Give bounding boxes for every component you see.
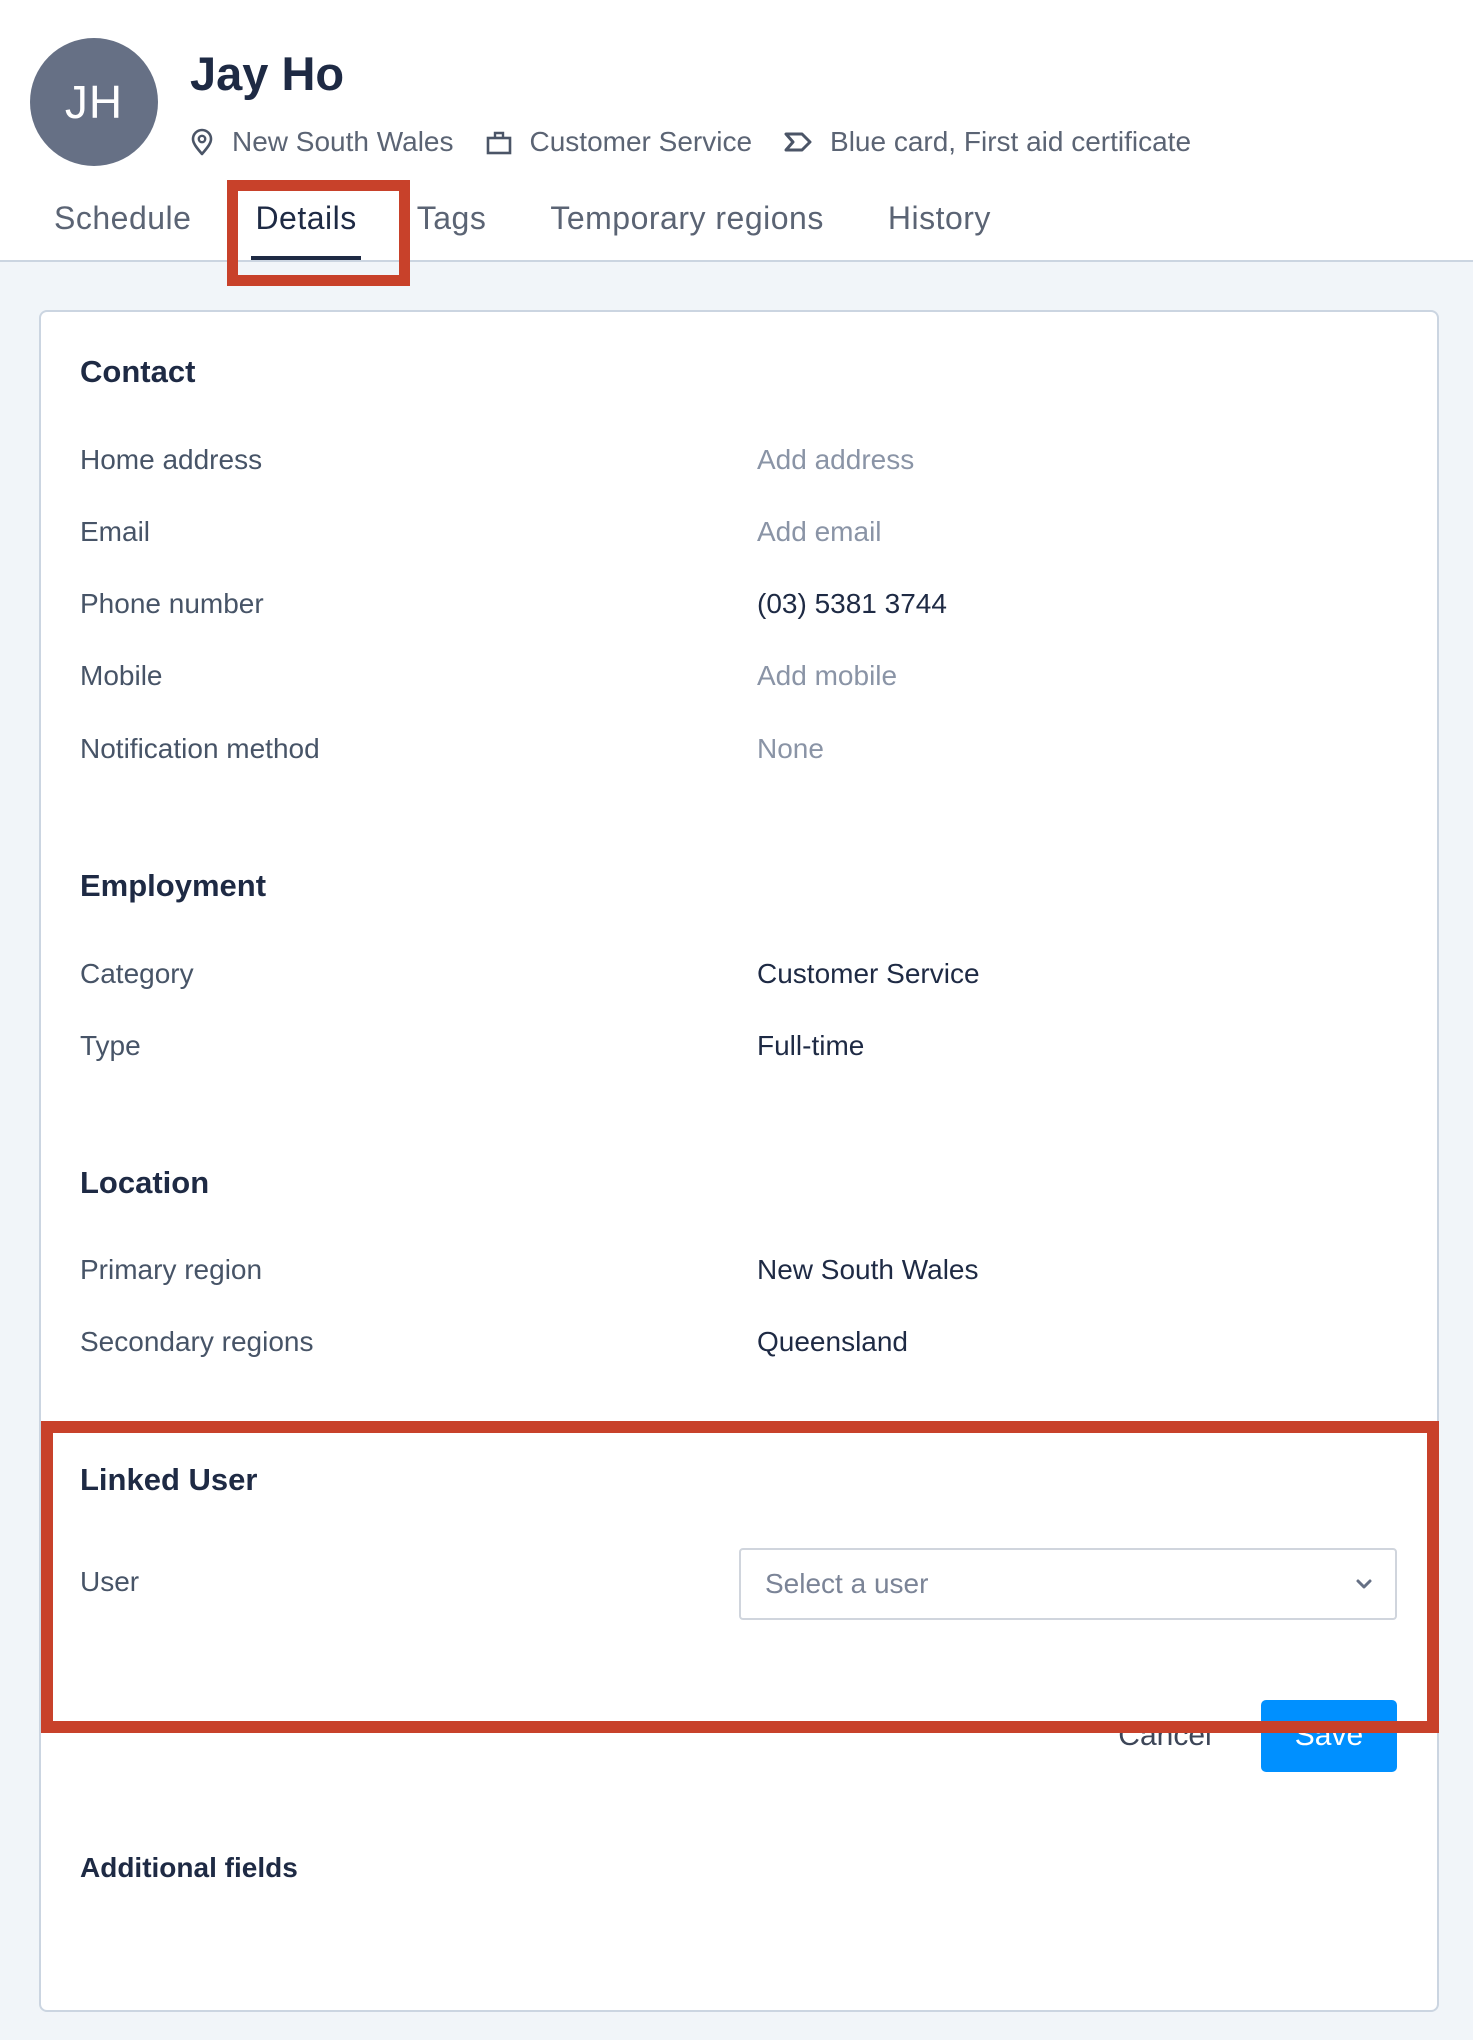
profile-meta: New South Wales Customer Service Blue ca… — [190, 124, 1223, 160]
profile-name: Jay Ho — [190, 47, 345, 100]
field-label-secondary-regions: Secondary regions — [80, 1326, 314, 1357]
user-select-placeholder: Select a user — [765, 1568, 929, 1599]
tab-details[interactable]: Details — [231, 200, 380, 262]
chevron-down-icon — [1356, 1579, 1372, 1589]
section-title-employment: Employment — [80, 868, 267, 903]
field-label-type: Type — [80, 1030, 141, 1061]
meta-category-text: Customer Service — [529, 126, 753, 157]
tab-schedule[interactable]: Schedule — [30, 200, 215, 262]
section-title-linked-user: Linked User — [80, 1462, 258, 1497]
add-mobile-link[interactable]: Add mobile — [757, 660, 897, 692]
field-value-category: Customer Service — [757, 958, 980, 989]
tab-label: Tags — [416, 200, 487, 236]
add-email-link[interactable]: Add email — [757, 516, 882, 548]
tab-history[interactable]: History — [864, 200, 1015, 262]
avatar-initials: JH — [64, 76, 124, 128]
profile-header: JH Jay Ho New South Wales Customer Servi… — [0, 0, 1473, 262]
field-value-secondary-regions: Queensland — [757, 1326, 909, 1357]
meta-region: New South Wales — [190, 126, 454, 158]
field-label-email: Email — [80, 516, 151, 547]
meta-qualifications-text: Blue card, First aid certificate — [830, 126, 1192, 157]
field-value-phone-number: (03) 5381 3744 — [757, 588, 947, 619]
cancel-button[interactable]: Cancel — [1100, 1700, 1230, 1772]
tab-tags[interactable]: Tags — [393, 200, 511, 262]
tab-label: Schedule — [54, 200, 192, 236]
save-button[interactable]: Save — [1261, 1700, 1397, 1772]
field-value-type: Full-time — [757, 1030, 865, 1061]
user-select[interactable]: Select a user — [739, 1548, 1397, 1620]
tab-bar: Schedule Details Tags Temporary regions … — [30, 200, 1015, 262]
tab-label: Details — [255, 200, 357, 236]
field-label-notification-method: Notification method — [80, 733, 320, 764]
briefcase-icon — [486, 131, 511, 155]
add-address-link[interactable]: Add address — [757, 444, 914, 476]
field-label-home-address: Home address — [80, 444, 263, 475]
section-title-contact: Contact — [80, 354, 196, 389]
badge-chevron-icon — [784, 132, 812, 152]
notification-method-value[interactable]: None — [757, 733, 824, 765]
meta-region-text: New South Wales — [232, 126, 454, 157]
field-label-user: User — [80, 1566, 140, 1597]
meta-qualifications: Blue card, First aid certificate — [784, 126, 1191, 158]
field-value-primary-region: New South Wales — [757, 1254, 979, 1285]
field-label-primary-region: Primary region — [80, 1254, 263, 1285]
meta-category: Customer Service — [486, 126, 753, 158]
map-pin-icon — [191, 128, 213, 156]
field-label-phone-number: Phone number — [80, 588, 264, 619]
tab-label: Temporary regions — [550, 200, 824, 236]
section-title-location: Location — [80, 1165, 210, 1200]
avatar: JH — [30, 38, 158, 166]
field-label-category: Category — [80, 958, 194, 989]
field-label-mobile: Mobile — [80, 660, 163, 691]
tab-label: History — [887, 200, 991, 236]
section-title-additional-fields: Additional fields — [80, 1852, 298, 1883]
tab-temporary-regions[interactable]: Temporary regions — [526, 200, 848, 262]
